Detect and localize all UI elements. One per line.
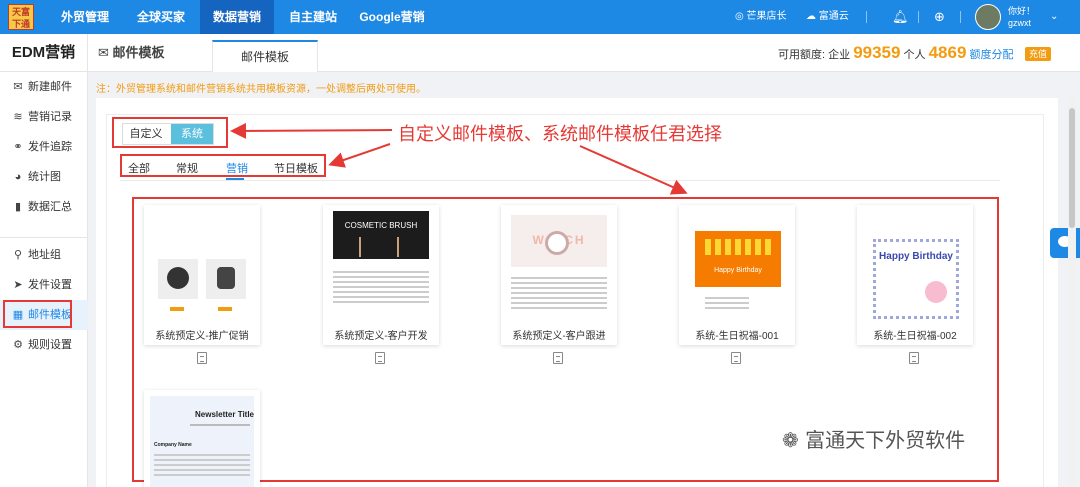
preview-icon[interactable] (375, 352, 385, 364)
template-name: 系统预定义-客户跟进 (512, 331, 606, 342)
thumb-title: Newsletter Title (195, 410, 254, 419)
template-thumbnail: Happy Birthday (863, 211, 967, 319)
wechat-icon: ❁ (782, 428, 806, 452)
template-card[interactable]: WATCH 系统预定义-客户跟进 (501, 205, 617, 345)
template-thumbnail: 50% Off Activity promotion title (150, 211, 254, 319)
thumb-title: 50% Off (187, 221, 217, 230)
template-card[interactable]: Happy Birthday 系统-生日祝福-002 (857, 205, 973, 345)
watermark: ❁ 富通天下外贸软件 (782, 424, 965, 453)
thumb-subtitle: Activity promotion title (163, 237, 241, 244)
template-thumbnail: Newsletter Title Company Name (150, 396, 254, 487)
watermark-text: 富通天下外贸软件 (805, 428, 966, 452)
template-card[interactable]: 50% Off Activity promotion title 系统预定义-推… (144, 205, 260, 345)
template-thumbnail: COSMETIC BRUSH (329, 211, 433, 319)
template-name: 系统-生日祝福-002 (873, 331, 957, 342)
template-card[interactable]: COSMETIC BRUSH 系统预定义-客户开发 (323, 205, 439, 345)
preview-icon[interactable] (553, 352, 563, 364)
thumb-title: Happy Birthday (714, 267, 762, 274)
template-name: 系统预定义-客户开发 (334, 331, 428, 342)
preview-icon[interactable] (909, 352, 919, 364)
preview-icon[interactable] (731, 352, 741, 364)
thumb-title: Happy Birthday (879, 251, 953, 262)
template-thumbnail: Happy Birthday (685, 211, 789, 319)
thumb-subtitle: Company Name (154, 442, 192, 448)
preview-icon[interactable] (197, 352, 207, 364)
template-thumbnail: WATCH (507, 211, 611, 319)
template-name: 系统-生日祝福-001 (695, 331, 779, 342)
template-name: 系统预定义-推广促销 (155, 331, 249, 342)
template-card[interactable]: Happy Birthday 系统-生日祝福-001 (679, 205, 795, 345)
template-card[interactable]: Newsletter Title Company Name (144, 390, 260, 487)
thumb-title: COSMETIC BRUSH (344, 221, 418, 230)
scrollbar-thumb[interactable] (1069, 108, 1075, 228)
